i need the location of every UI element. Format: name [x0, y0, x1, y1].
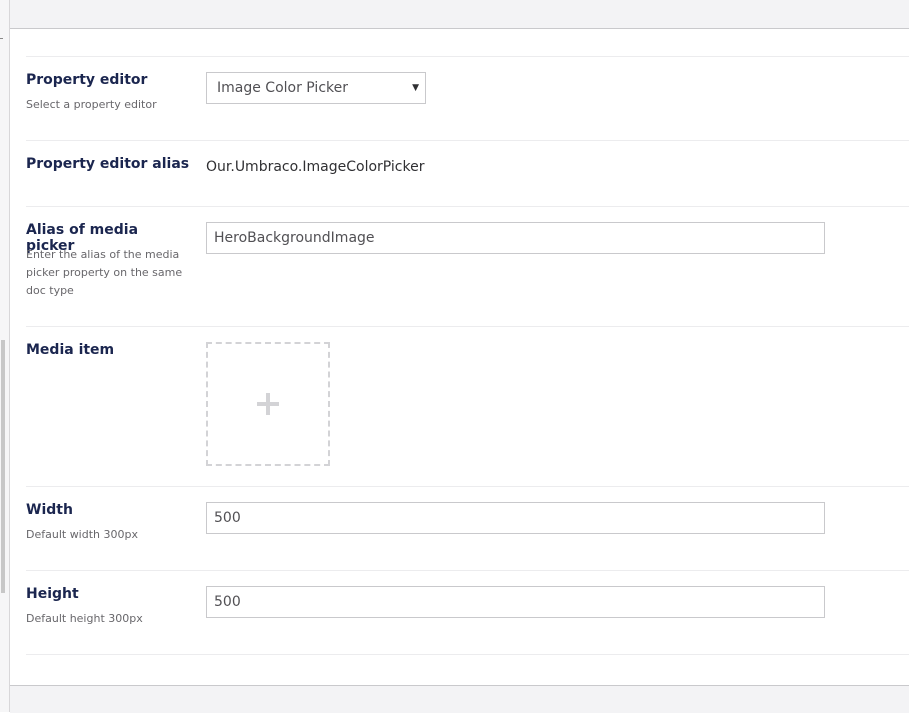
- divider: [26, 56, 909, 57]
- add-media-button[interactable]: [206, 342, 330, 466]
- width-description: Default width 300px: [26, 528, 138, 541]
- alias-media-picker-field: HeroBackgroundImage: [206, 222, 825, 254]
- width-field: 500: [206, 502, 825, 534]
- media-item-field: [206, 342, 330, 466]
- chevron-down-icon: ▼: [412, 83, 419, 93]
- media-item-label: Media item: [26, 342, 115, 358]
- plus-icon: [257, 393, 279, 415]
- divider: [26, 486, 909, 487]
- property-editor-field: Image Color Picker ▼: [206, 72, 426, 104]
- height-description: Default height 300px: [26, 612, 143, 625]
- divider: [26, 654, 909, 655]
- height-label: Height: [26, 586, 79, 602]
- property-editor-select[interactable]: Image Color Picker ▼: [206, 72, 426, 104]
- height-field: 500: [206, 586, 825, 618]
- divider: [26, 570, 909, 571]
- property-editor-description: Select a property editor: [26, 98, 157, 111]
- gutter-tick: [0, 38, 3, 39]
- scrollbar[interactable]: [1, 340, 5, 593]
- divider: [26, 140, 909, 141]
- property-editor-label: Property editor: [26, 72, 148, 88]
- width-label: Width: [26, 502, 73, 518]
- height-input[interactable]: 500: [206, 586, 825, 618]
- alias-media-picker-input[interactable]: HeroBackgroundImage: [206, 222, 825, 254]
- width-input[interactable]: 500: [206, 502, 825, 534]
- left-gutter: [0, 0, 10, 712]
- property-editor-alias-value: Our.Umbraco.ImageColorPicker: [206, 159, 425, 175]
- property-editor-alias-field: Our.Umbraco.ImageColorPicker: [206, 156, 424, 175]
- bottom-toolbar: [10, 685, 909, 713]
- top-toolbar: [10, 0, 909, 29]
- property-editor-alias-label: Property editor alias: [26, 156, 190, 172]
- alias-media-picker-description: Enter the alias of the media picker prop…: [26, 248, 183, 297]
- divider: [26, 326, 909, 327]
- property-editor-selected-value: Image Color Picker: [217, 80, 348, 96]
- divider: [26, 206, 909, 207]
